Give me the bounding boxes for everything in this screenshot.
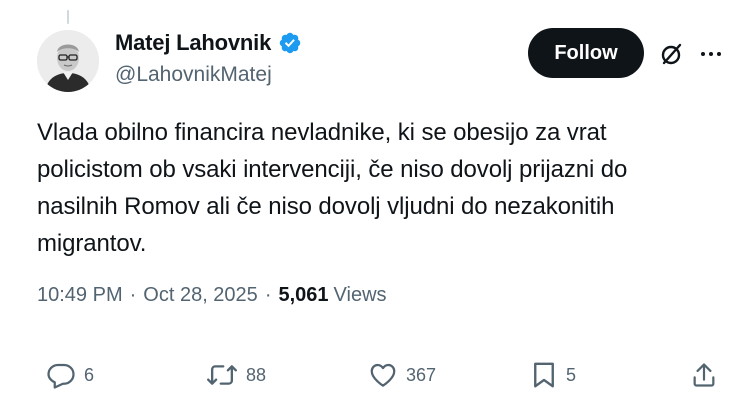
verified-badge-icon[interactable] [278, 31, 302, 55]
author-name[interactable]: Matej Lahovnik [115, 30, 271, 56]
views-count[interactable]: 5,061 [278, 284, 328, 307]
views-label[interactable]: Views [334, 284, 387, 307]
tweet-card: Matej Lahovnik @LahovnikMatej Follow Vla… [0, 0, 750, 405]
tweet-text-line: nasilnih Romov ali če niso dovolj vljudn… [37, 193, 615, 220]
bookmark-icon [530, 360, 558, 390]
reply-icon [46, 360, 76, 390]
tweet-time[interactable]: 10:49 PM [37, 284, 123, 307]
author-name-row: Matej Lahovnik [115, 30, 302, 56]
like-count: 367 [406, 364, 437, 385]
bookmark-count: 5 [566, 364, 577, 385]
more-icon[interactable] [697, 40, 725, 68]
tweet-text: Vlada obilno financira nevladnike, ki se… [37, 114, 727, 262]
grok-icon[interactable] [658, 40, 686, 68]
thread-line [67, 10, 69, 24]
tweet-date[interactable]: Oct 28, 2025 [143, 284, 258, 307]
share-icon [690, 360, 718, 390]
meta-separator: · [264, 284, 272, 306]
author-handle[interactable]: @LahovnikMatej [115, 63, 272, 87]
like-button[interactable]: 367 [368, 355, 436, 395]
meta-separator: · [129, 284, 137, 306]
tweet-text-line: policistom ob vsaki intervenciji, če nis… [37, 156, 628, 183]
action-bar: 6 88 367 5 [0, 355, 750, 395]
tweet-text-line: migrantov. [37, 230, 147, 257]
follow-button[interactable]: Follow [528, 28, 644, 78]
tweet-text-line: Vlada obilno financira nevladnike, ki se… [37, 119, 607, 146]
retweet-icon [206, 360, 238, 390]
reply-count: 6 [84, 364, 95, 385]
like-icon [368, 360, 398, 390]
reply-button[interactable]: 6 [46, 355, 94, 395]
repost-button[interactable]: 88 [206, 355, 266, 395]
tweet-meta: 10:49 PM · Oct 28, 2025 · 5,061 Views [37, 284, 387, 307]
bookmark-button[interactable]: 5 [530, 355, 576, 395]
share-button[interactable] [690, 355, 718, 395]
avatar[interactable] [37, 30, 99, 92]
repost-count: 88 [246, 364, 267, 385]
